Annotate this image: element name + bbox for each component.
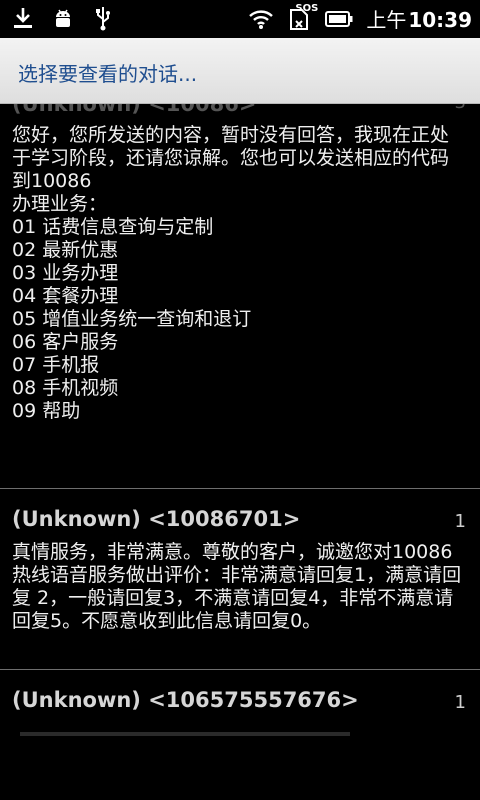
clock-time: 10:39 (408, 8, 472, 32)
sim-sos-icon: SOS (282, 2, 319, 33)
usb-icon (90, 4, 116, 32)
battery-icon (324, 5, 354, 33)
message-count: 3 (455, 104, 466, 113)
conversation-message: 真情服务，非常满意。尊敬的客户，诚邀您对10086热线语音服务做出评价：非常满意… (12, 541, 462, 632)
conversation-message: 您好，您所发送的内容，暂时没有回答，我现在正处于学习阶段，还请您谅解。您也可以发… (12, 124, 450, 422)
conversation-name: (Unknown) <10086> (12, 104, 257, 116)
conversation-list[interactable]: (Unknown) <10086> 3 您好，您所发送的内容，暂时没有回答，我现… (0, 104, 480, 800)
message-count: 1 (454, 692, 466, 713)
status-bar: SOS 上午 10:39 (0, 0, 480, 38)
conversation-name: (Unknown) <10086701> (12, 507, 301, 531)
sos-label: SOS (295, 2, 319, 14)
conversation-name: (Unknown) <106575557676> (12, 688, 359, 712)
conversation-item[interactable]: (Unknown) <106575557676> 1 (0, 670, 480, 800)
message-count: 1 (454, 511, 466, 532)
clock-ampm: 上午 (366, 8, 407, 32)
android-debug-icon (50, 4, 76, 32)
conversation-preview-faded (20, 722, 380, 736)
clock: 上午 10:39 (366, 4, 472, 33)
conversation-item[interactable]: (Unknown) <10086701> 1 真情服务，非常满意。尊敬的客户，诚… (0, 489, 480, 669)
conversation-item[interactable]: (Unknown) <10086> 3 您好，您所发送的内容，暂时没有回答，我现… (0, 104, 480, 488)
title-bar: 选择要查看的对话... (0, 38, 480, 104)
download-icon (10, 4, 36, 32)
wifi-icon (248, 5, 274, 33)
page-title: 选择要查看的对话... (18, 62, 198, 86)
